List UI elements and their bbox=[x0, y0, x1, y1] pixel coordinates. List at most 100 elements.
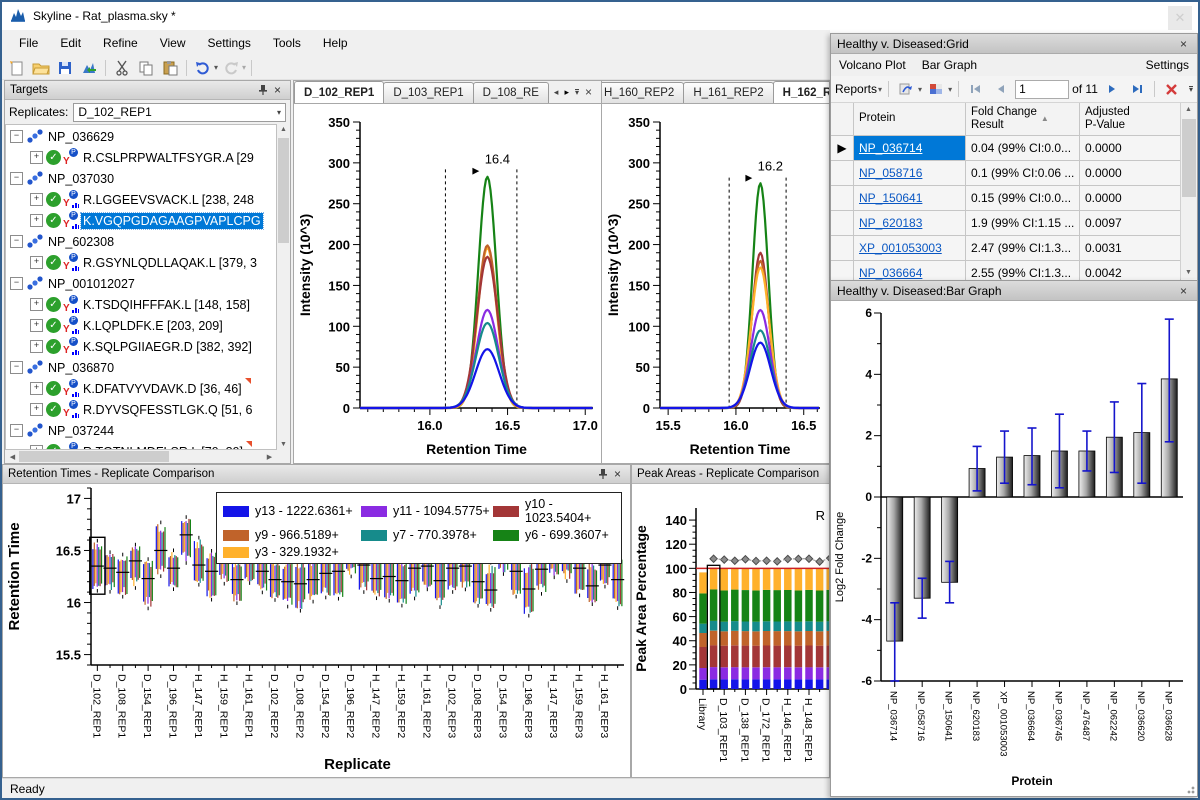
target-peptide[interactable]: +✓PYR.TGTNLMDFLSR.L [79, 89] bbox=[6, 441, 276, 449]
target-protein[interactable]: − NP_036870 bbox=[6, 357, 276, 378]
collapse-icon[interactable]: − bbox=[10, 277, 23, 290]
target-protein[interactable]: − NP_602308 bbox=[6, 231, 276, 252]
target-protein[interactable]: − NP_037030 bbox=[6, 168, 276, 189]
scrollbar-thumb[interactable] bbox=[19, 451, 169, 462]
next-page-icon[interactable] bbox=[1101, 79, 1123, 99]
menu-view[interactable]: View bbox=[149, 32, 197, 54]
export-report-icon[interactable] bbox=[895, 79, 917, 99]
column-fold-change[interactable]: Fold Change Result ▲ bbox=[966, 103, 1080, 135]
delete-icon[interactable] bbox=[1161, 79, 1183, 99]
table-row[interactable]: ▶ NP_036714 0.04 (99% CI:0.0... 0.0000 bbox=[831, 136, 1197, 161]
redo-icon[interactable] bbox=[220, 58, 242, 78]
expand-icon[interactable]: + bbox=[30, 214, 43, 227]
target-protein[interactable]: − NP_036629 bbox=[6, 126, 276, 147]
tab-close-icon[interactable]: × bbox=[585, 85, 592, 99]
bar-graph-link[interactable]: Bar Graph bbox=[922, 58, 977, 72]
target-protein[interactable]: − NP_037244 bbox=[6, 420, 276, 441]
chromatogram-plot-D_102_REP1[interactable]: 0 50 100 150 200 250 300 350 16.0 16.5 17.0 Intensi… bbox=[294, 104, 601, 464]
menu-edit[interactable]: Edit bbox=[49, 32, 92, 54]
targets-horizontal-scrollbar[interactable]: ◀ ▶ bbox=[5, 450, 277, 463]
chevron-down-icon[interactable]: ▾ bbox=[878, 85, 882, 94]
scrollbar-thumb[interactable] bbox=[1182, 119, 1196, 197]
redo-dropdown-icon[interactable]: ▾ bbox=[242, 63, 246, 72]
pin-icon[interactable] bbox=[255, 83, 270, 97]
close-icon[interactable]: × bbox=[610, 467, 625, 481]
table-row[interactable]: NP_620183 1.9 (99% CI:1.15 ... 0.0097 bbox=[831, 211, 1197, 236]
tab-list-icon[interactable]: ▾ bbox=[574, 88, 579, 96]
target-peptide[interactable]: + ✓ P Y K.TSDQIHFFFAK.L [148, 158] bbox=[6, 294, 276, 315]
expand-icon[interactable]: + bbox=[30, 382, 43, 395]
menu-help[interactable]: Help bbox=[312, 32, 359, 54]
target-peptide[interactable]: + ✓ P Y R.GSYNLQDLLAQAK.L [379, 3 bbox=[6, 252, 276, 273]
chromatogram-plot-H_162_REP2[interactable]: 0 50 100 150 200 250 300 350 15.5 16.0 16.5 Intensi… bbox=[602, 104, 828, 464]
toolbar-overflow-icon[interactable]: ▾ bbox=[1188, 85, 1193, 93]
target-peptide[interactable]: + ✓ P Y K.SQLPGIIAEGR.D [382, 392] bbox=[6, 336, 276, 357]
open-icon[interactable] bbox=[30, 58, 52, 78]
copy-icon[interactable] bbox=[135, 58, 157, 78]
expand-icon[interactable]: + bbox=[30, 298, 43, 311]
target-peptide[interactable]: + ✓ P Y R.DYVSQFESSTLGK.Q [51, 6 bbox=[6, 399, 276, 420]
last-page-icon[interactable] bbox=[1126, 79, 1148, 99]
tab-D_108_RE[interactable]: D_108_RE bbox=[472, 82, 549, 103]
expand-icon[interactable]: + bbox=[30, 193, 43, 206]
tab-D_102_REP1[interactable]: D_102_REP1 bbox=[294, 81, 385, 103]
menu-settings[interactable]: Settings bbox=[197, 32, 262, 54]
tab-D_103_REP1[interactable]: D_103_REP1 bbox=[383, 82, 474, 103]
protein-link[interactable]: NP_150641 bbox=[859, 191, 922, 205]
chevron-down-icon[interactable]: ▾ bbox=[948, 85, 952, 94]
scroll-down-icon[interactable]: ▼ bbox=[1182, 269, 1195, 276]
expand-icon[interactable]: + bbox=[30, 403, 43, 416]
expand-icon[interactable]: + bbox=[30, 319, 43, 332]
tab-scroll-left-icon[interactable]: ◂ bbox=[554, 87, 559, 98]
paste-icon[interactable] bbox=[159, 58, 181, 78]
tab-H_160_REP2[interactable]: H_160_REP2 bbox=[602, 82, 685, 103]
page-number-input[interactable] bbox=[1015, 79, 1070, 99]
peak-areas-plot[interactable]: 0 20 40 60 80 100 120 140 Peak Area Percentage Li… bbox=[632, 484, 829, 777]
scroll-left-icon[interactable]: ◀ bbox=[6, 453, 19, 461]
close-icon[interactable]: × bbox=[1176, 37, 1191, 51]
color-scheme-icon[interactable] bbox=[925, 79, 947, 99]
close-icon[interactable]: × bbox=[270, 83, 285, 97]
resize-grip[interactable] bbox=[1185, 784, 1195, 794]
fold-change-plot[interactable]: -6 -4 -2 0 2 4 6 Log2 Fold Change Protein NP_0367… bbox=[831, 301, 1197, 795]
table-row[interactable]: NP_058716 0.1 (99% CI:0.06 ... 0.0000 bbox=[831, 161, 1197, 186]
target-peptide-selected[interactable]: + ✓ P Y K.VGQPGDAGAAGPVAPLCPG bbox=[6, 210, 276, 231]
close-icon[interactable]: × bbox=[1176, 284, 1191, 298]
tab-H_162_REP2[interactable]: H_162_REP2 bbox=[772, 81, 829, 103]
close-icon[interactable]: ✕ bbox=[1168, 5, 1192, 30]
table-row[interactable]: NP_150641 0.15 (99% CI:0.0... 0.0000 bbox=[831, 186, 1197, 211]
protein-link[interactable]: NP_036714 bbox=[859, 141, 922, 155]
import-results-icon[interactable] bbox=[78, 58, 100, 78]
expand-icon[interactable]: + bbox=[30, 151, 43, 164]
reports-button[interactable]: Reports bbox=[835, 82, 877, 96]
column-protein[interactable]: Protein bbox=[854, 103, 966, 135]
table-row[interactable]: XP_001053003 2.47 (99% CI:1.3... 0.0031 bbox=[831, 236, 1197, 261]
targets-vertical-scrollbar[interactable]: ▲ ▼ bbox=[277, 124, 290, 450]
undo-dropdown-icon[interactable]: ▾ bbox=[214, 63, 218, 72]
menu-file[interactable]: File bbox=[8, 32, 49, 54]
protein-link[interactable]: XP_001053003 bbox=[859, 241, 942, 255]
replicates-dropdown[interactable]: D_102_REP1 ▾ bbox=[73, 102, 286, 122]
target-peptide[interactable]: + ✓ P Y K.LQPLDFK.E [203, 209] bbox=[6, 315, 276, 336]
grid-vertical-scrollbar[interactable]: ▲ ▼ bbox=[1180, 103, 1197, 279]
cut-icon[interactable] bbox=[111, 58, 133, 78]
menu-refine[interactable]: Refine bbox=[92, 32, 149, 54]
collapse-icon[interactable]: − bbox=[10, 235, 23, 248]
protein-link[interactable]: NP_620183 bbox=[859, 216, 922, 230]
volcano-plot-link[interactable]: Volcano Plot bbox=[839, 58, 906, 72]
collapse-icon[interactable]: − bbox=[10, 361, 23, 374]
tab-scroll-right-icon[interactable]: ▸ bbox=[564, 87, 569, 98]
protein-link[interactable]: NP_058716 bbox=[859, 166, 922, 180]
collapse-icon[interactable]: − bbox=[10, 130, 23, 143]
scrollbar-thumb[interactable] bbox=[278, 138, 289, 243]
pin-icon[interactable] bbox=[595, 467, 610, 481]
target-peptide[interactable]: + ✓ P Y R.CSLPRPWALTFSYGR.A [29 bbox=[6, 147, 276, 168]
scroll-right-icon[interactable]: ▶ bbox=[263, 453, 276, 461]
collapse-icon[interactable]: − bbox=[10, 424, 23, 437]
expand-icon[interactable]: + bbox=[30, 340, 43, 353]
first-page-icon[interactable] bbox=[965, 79, 987, 99]
collapse-icon[interactable]: − bbox=[10, 172, 23, 185]
target-peptide[interactable]: + ✓ P Y R.LGGEEVSVACK.L [238, 248 bbox=[6, 189, 276, 210]
save-icon[interactable] bbox=[54, 58, 76, 78]
settings-button[interactable]: Settings bbox=[1146, 58, 1189, 72]
